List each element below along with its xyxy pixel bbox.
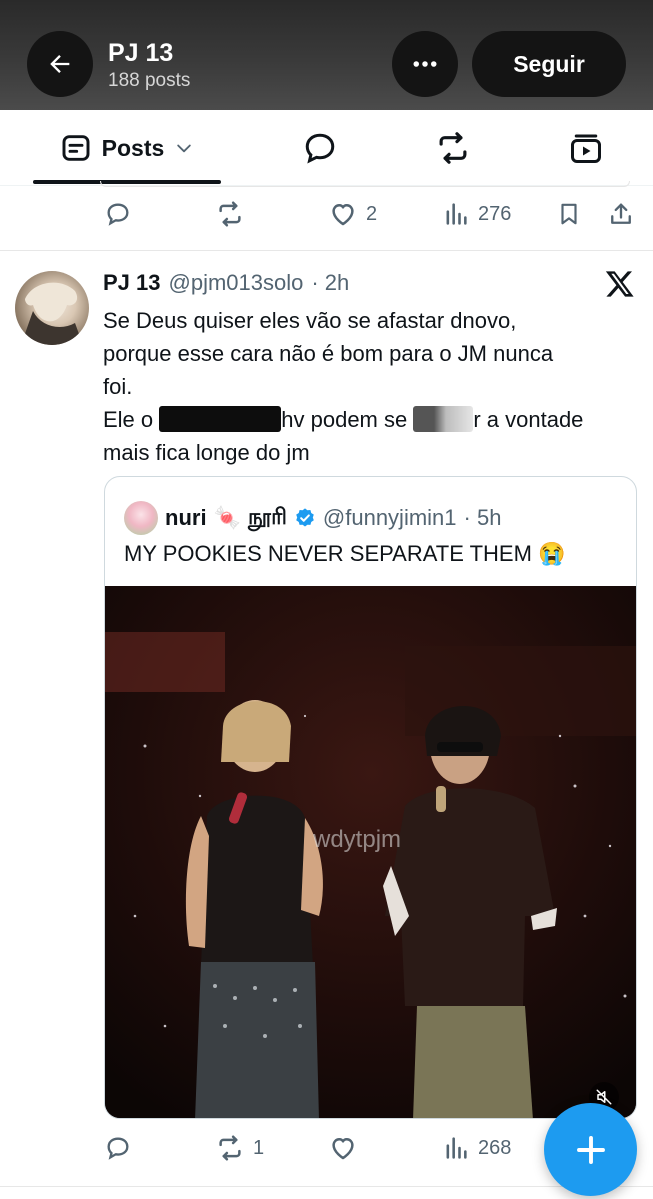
- back-button[interactable]: [27, 31, 93, 97]
- redaction-block: [159, 406, 282, 432]
- repost-icon: [219, 201, 241, 227]
- repost-button[interactable]: 1: [215, 1123, 264, 1173]
- repost-icon: [219, 1135, 241, 1161]
- views-icon: [446, 1137, 467, 1159]
- view-count: 276: [478, 202, 512, 225]
- heart-icon: [332, 204, 354, 226]
- candy-emoji: 🍬: [213, 505, 241, 530]
- views-icon: [446, 203, 467, 225]
- post-text-fragment: hv podem se: [281, 407, 414, 432]
- repost-count: 1: [253, 1136, 265, 1159]
- arrow-left-icon: [50, 55, 70, 73]
- like-count: 2: [366, 202, 378, 225]
- more-button[interactable]: [392, 31, 458, 97]
- views-button[interactable]: 276: [442, 189, 511, 239]
- quoted-post-time: · 5h: [463, 505, 502, 530]
- video-watermark: wdytpjm: [313, 826, 402, 853]
- post-text-line: Ele o hv podem se r a vontade: [103, 403, 638, 436]
- x-logo-icon: [604, 268, 636, 300]
- post-text-line: porque esse cara não é bom para o JM nun…: [103, 341, 554, 366]
- post-divider: [0, 250, 653, 251]
- reply-button[interactable]: [104, 189, 132, 239]
- heart-icon: [332, 1138, 354, 1160]
- posts-icon: [62, 135, 90, 161]
- video-icon: [571, 134, 601, 163]
- redaction-block: [413, 406, 474, 432]
- avatar-photo: [21, 282, 83, 345]
- post-count: 188 posts: [108, 70, 191, 91]
- quoted-post-text: MY POOKIES NEVER SEPARATE THEM 😭: [124, 541, 566, 566]
- tab-media[interactable]: [566, 128, 606, 168]
- view-count: 268: [478, 1136, 512, 1159]
- post-text-line: mais fica longe do jm: [103, 440, 310, 465]
- tab-posts[interactable]: Posts: [33, 110, 221, 186]
- like-button[interactable]: [328, 1123, 358, 1173]
- tab-reposts[interactable]: [433, 128, 473, 168]
- post-text-line: foi.: [103, 374, 133, 399]
- post-text-line: Se Deus quiser eles vão se afastar dnovo…: [103, 308, 517, 333]
- like-button[interactable]: 2: [328, 189, 377, 239]
- post-divider: [0, 1186, 653, 1187]
- quoted-video[interactable]: wdytpjm: [105, 586, 636, 1118]
- previous-card-edge: [100, 181, 630, 187]
- more-horizontal-icon: [413, 61, 437, 67]
- follow-button[interactable]: Seguir: [472, 31, 626, 97]
- tab-replies[interactable]: [300, 128, 340, 168]
- compose-button[interactable]: [544, 1103, 637, 1196]
- repost-button[interactable]: [215, 189, 245, 239]
- reply-button[interactable]: [104, 1123, 132, 1173]
- profile-tab-bar: Posts: [0, 110, 653, 186]
- post-time[interactable]: · 2h: [311, 270, 349, 296]
- author-handle[interactable]: @pjm013solo: [169, 270, 304, 296]
- bookmark-icon: [561, 203, 577, 225]
- quoted-post-header: nuri 🍬 நூரி @funnyjimin1 · 5h: [124, 501, 501, 535]
- share-icon: [611, 203, 631, 224]
- verified-badge-icon: [296, 508, 314, 527]
- quoted-author-name-tamil: நூரி: [247, 503, 287, 529]
- reply-icon: [107, 203, 129, 226]
- post-text-fragment: Ele o: [103, 407, 160, 432]
- views-button[interactable]: 268: [442, 1123, 511, 1173]
- author-avatar[interactable]: [15, 271, 89, 345]
- post-text: Se Deus quiser eles vão se afastar dnovo…: [103, 304, 638, 469]
- quoted-author-avatar: [124, 501, 158, 535]
- bookmark-button[interactable]: [556, 189, 582, 239]
- reply-bubble-icon: [305, 133, 335, 164]
- share-button[interactable]: [607, 189, 635, 239]
- chevron-down-icon: [177, 144, 192, 153]
- quoted-author-handle: @funnyjimin1: [322, 505, 457, 530]
- post-header: PJ 13 @pjm013solo · 2h: [103, 270, 349, 296]
- prev-post-actions: 2 276: [0, 189, 653, 239]
- repost-icon: [439, 132, 467, 164]
- plus-icon: [576, 1135, 605, 1164]
- reply-icon: [107, 1137, 129, 1160]
- quoted-author-name: nuri: [165, 505, 207, 530]
- tab-posts-label: Posts: [101, 134, 165, 161]
- profile-name: PJ 13: [108, 39, 174, 67]
- profile-header: PJ 13 188 posts Seguir: [0, 0, 653, 110]
- author-name[interactable]: PJ 13: [103, 270, 161, 296]
- post-text-fragment: r a vontade: [473, 407, 584, 432]
- quoted-post-card[interactable]: nuri 🍬 நூரி @funnyjimin1 · 5h MY POOKIES…: [104, 476, 637, 1119]
